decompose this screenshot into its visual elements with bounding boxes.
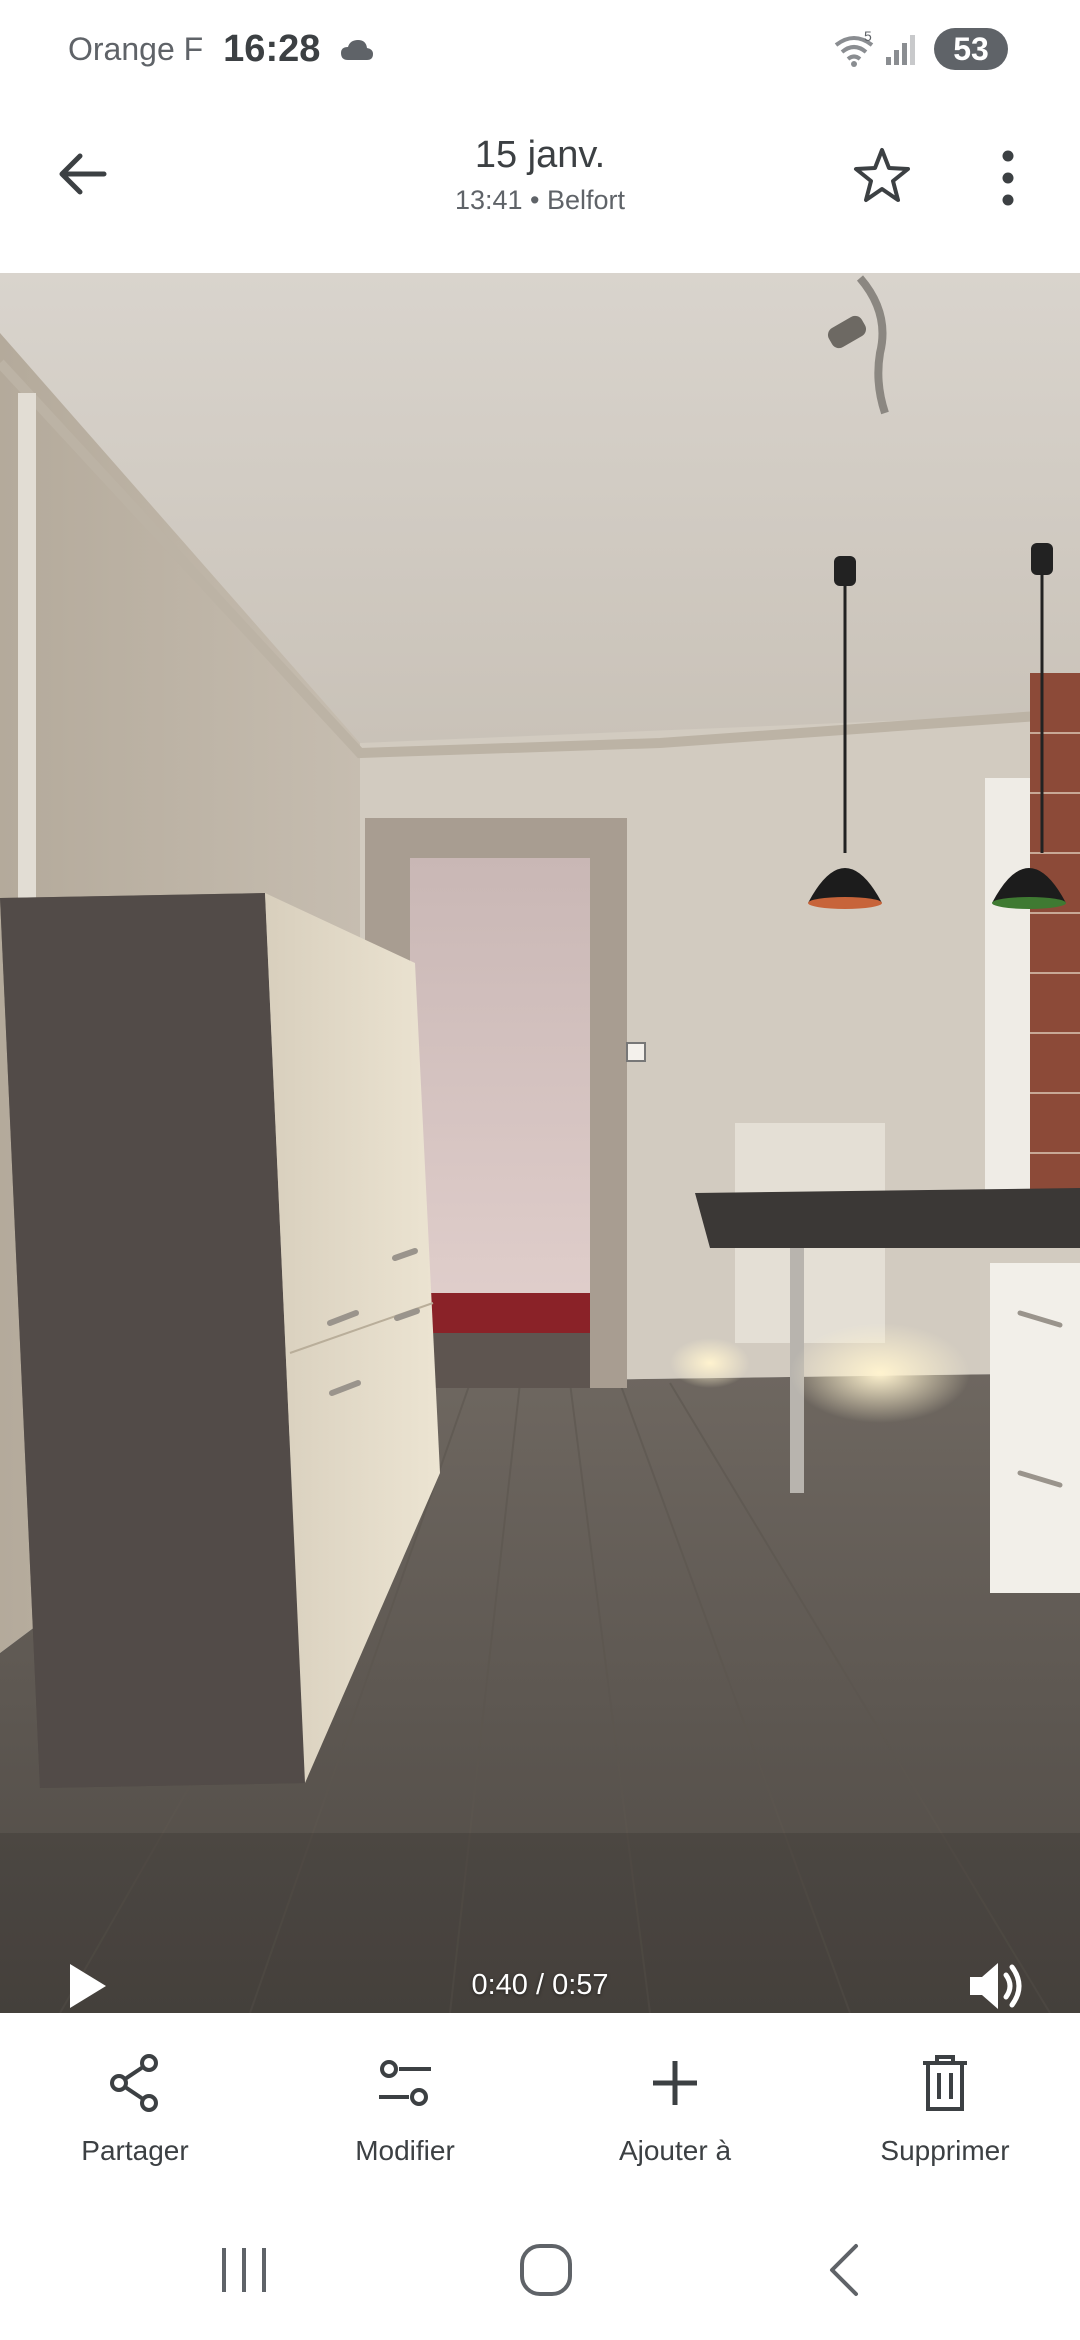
wifi-5g-icon: 5 [834,29,874,67]
trash-icon [923,2055,967,2111]
system-nav-bar [0,2200,1080,2340]
recents-icon[interactable] [216,2240,272,2300]
title-block: 15 janv. 13:41 • Belfort [0,134,1080,216]
page-subtitle: 13:41 • Belfort [454,185,626,215]
action-bar: Partager Modifier Ajouter à Supprimer [0,2013,1080,2200]
status-bar: Orange F 16:28 5 53 [0,0,1080,100]
share-icon [110,2054,158,2112]
photo-viewer-screen: Orange F 16:28 5 53 15 janv. 13:41 • Bel… [0,0,1080,2340]
star-outline-icon[interactable] [848,142,916,210]
more-vert-icon[interactable] [978,146,1038,210]
edit-sliders-icon [379,2060,431,2106]
page-title: 15 janv. [474,134,606,176]
add-icon [653,2061,697,2105]
share-label: Partager [81,2135,189,2166]
add-to-button[interactable]: Ajouter à [540,2013,810,2200]
cloud-icon [341,39,374,60]
delete-button[interactable]: Supprimer [810,2013,1080,2200]
app-bar: 15 janv. 13:41 • Belfort [0,110,1080,280]
video-frame[interactable]: 0:40 / 0:57 [0,273,1080,2013]
status-left: Orange F 16:28 [68,28,374,71]
video-time: 0:40 / 0:57 [471,1969,609,2001]
carrier-name: Orange F [68,31,204,67]
nav-back-icon[interactable] [820,2240,870,2300]
signal-icon [886,35,915,65]
add-to-label: Ajouter à [618,2135,732,2166]
home-icon[interactable] [516,2240,576,2300]
kitchen-photo [0,273,1080,2013]
delete-label: Supprimer [880,2135,1010,2166]
battery-badge: 53 [934,28,1008,70]
status-right: 5 53 [834,28,1008,70]
volume-icon[interactable] [966,1957,1028,2013]
edit-button[interactable]: Modifier [270,2013,540,2200]
share-button[interactable]: Partager [0,2013,270,2200]
svg-text:5: 5 [864,29,872,44]
edit-label: Modifier [355,2135,455,2166]
status-time: 16:28 [223,28,321,70]
